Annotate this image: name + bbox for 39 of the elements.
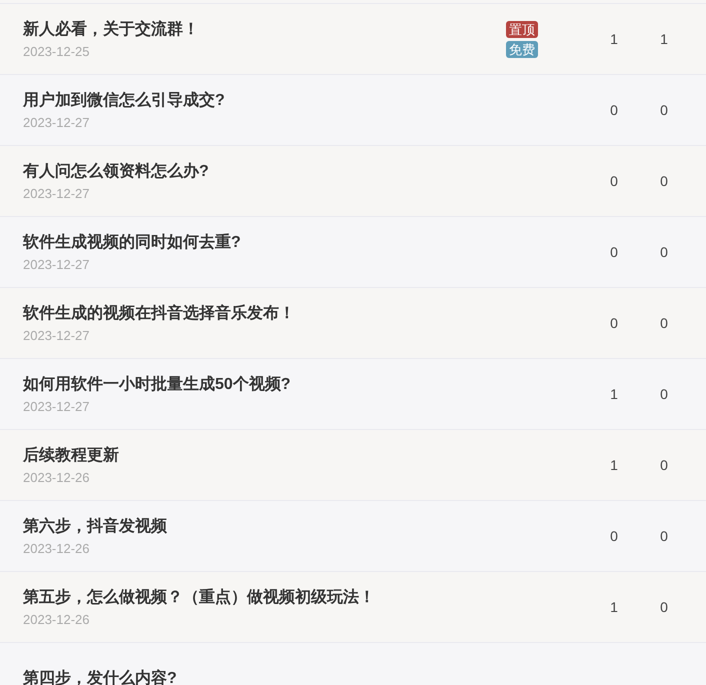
topic-title[interactable]: 第五步，怎么做视频？（重点）做视频初级玩法！	[23, 587, 375, 608]
topic-title[interactable]: 第四步，发什么内容?	[23, 668, 177, 685]
count-value: 0	[609, 528, 619, 544]
count-value: 0	[609, 315, 619, 331]
topic-title[interactable]: 如何用软件一小时批量生成50个视频?	[23, 374, 291, 395]
topic-title[interactable]: 软件生成视频的同时如何去重?	[23, 232, 241, 253]
topic-title[interactable]: 新人必看，关于交流群！	[23, 19, 199, 40]
count-value: 1	[609, 457, 619, 473]
topic-date: 2023-12-27	[23, 399, 90, 414]
count-value: 1	[609, 31, 619, 47]
topic-date: 2023-12-27	[23, 115, 90, 130]
topic-date: 2023-12-27	[23, 257, 90, 272]
topic-date: 2023-12-25	[23, 44, 90, 59]
count-value: 1	[659, 31, 669, 47]
tag-label: 免费	[506, 40, 538, 58]
count-value: 0	[609, 173, 619, 189]
topic-title[interactable]: 后续教程更新	[23, 445, 119, 466]
count-value: 0	[659, 173, 669, 189]
count-value: 0	[659, 528, 669, 544]
topic-date: 2023-12-26	[23, 612, 90, 627]
count-value: 0	[609, 244, 619, 260]
count-value: 0	[659, 315, 669, 331]
count-value: 0	[609, 102, 619, 118]
count-value: 0	[659, 599, 669, 615]
topic-title[interactable]: 软件生成的视频在抖音选择音乐发布！	[23, 303, 295, 324]
count-value: 0	[659, 386, 669, 402]
topic-title[interactable]: 第六步，抖音发视频	[23, 516, 167, 537]
count-value: 1	[609, 599, 619, 615]
tag-label: 置顶	[506, 20, 538, 38]
count-value: 0	[659, 457, 669, 473]
topic-title[interactable]: 有人问怎么领资料怎么办?	[23, 161, 209, 182]
topic-date: 2023-12-26	[23, 541, 90, 556]
topic-date: 2023-12-27	[23, 328, 90, 343]
topic-date: 2023-12-26	[23, 470, 90, 485]
topic-title[interactable]: 用户加到微信怎么引导成交?	[23, 90, 225, 111]
count-value: 0	[659, 244, 669, 260]
topic-date: 2023-12-27	[23, 186, 90, 201]
count-value: 0	[659, 102, 669, 118]
count-value: 1	[609, 386, 619, 402]
